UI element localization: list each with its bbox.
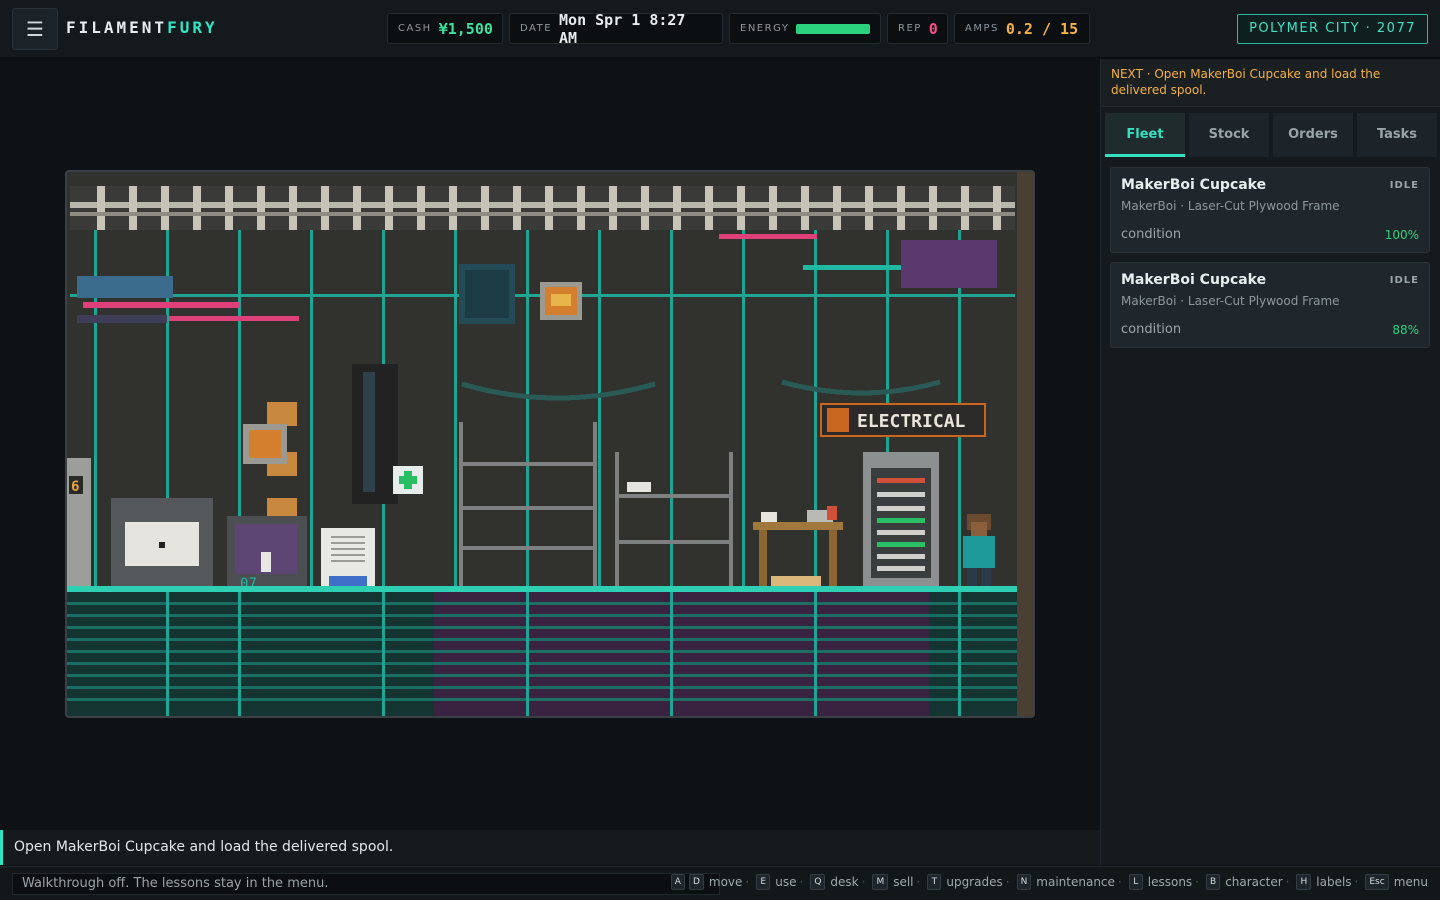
hotkey-label: sell xyxy=(893,875,914,889)
game-logo: FILAMENTFURY xyxy=(66,18,218,37)
energy-label: ENERGY xyxy=(740,23,790,34)
hotkey-label: character xyxy=(1225,875,1283,889)
hotkey-menu: Esc menu xyxy=(1363,874,1428,890)
rep-label: REP xyxy=(898,23,922,34)
hotkey-upgrades: Tupgrades xyxy=(925,874,1003,890)
condition-label: condition xyxy=(1121,227,1182,242)
separator: · xyxy=(1117,875,1122,889)
energy-stat: ENERGY xyxy=(729,13,881,44)
status-bar: Walkthrough off. The lessons stay in the… xyxy=(0,866,1440,900)
key-cap: A xyxy=(670,874,685,890)
logo-main-text: FILAMENT xyxy=(66,18,168,37)
separator: · xyxy=(799,875,804,889)
cash-value: ¥1,500 xyxy=(438,19,493,38)
key-cap: N xyxy=(1016,874,1032,890)
workshop-scene: 6 07 ELECTRICAL xyxy=(67,172,1033,716)
hamburger-menu-button[interactable]: ☰ xyxy=(12,8,58,50)
separator: · xyxy=(1285,875,1290,889)
hotkey-legend: A Dmove · Euse · Qdesk · Msell · Tupgrades · Nmaint… xyxy=(667,874,1428,890)
tab-fleet[interactable]: Fleet xyxy=(1105,113,1185,157)
key-cap: L xyxy=(1128,874,1143,890)
logo-accent-text: FURY xyxy=(167,18,218,37)
walkthrough-status: Walkthrough off. The lessons stay in the… xyxy=(12,873,720,895)
amps-stat: AMPS 0.2 / 15 xyxy=(954,13,1090,44)
hotkey-label: lessons xyxy=(1147,875,1193,889)
printer-subtitle: MakerBoi · Laser-Cut Plywood Frame xyxy=(1121,294,1340,308)
locker-number: 6 xyxy=(71,479,79,495)
key-cap: Q xyxy=(810,874,826,890)
key-cap: H xyxy=(1296,874,1312,890)
separator: · xyxy=(916,875,921,889)
printer-card[interactable]: MakerBoi Cupcake IDLE MakerBoi · Laser-C… xyxy=(1110,262,1430,348)
tab-stock[interactable]: Stock xyxy=(1189,113,1269,157)
separator: · xyxy=(1354,875,1359,889)
game-area: 6 07 ELECTRICAL xyxy=(0,59,1100,830)
printer-status: IDLE xyxy=(1389,180,1419,191)
next-hint: NEXT · Open MakerBoi Cupcake and load th… xyxy=(1101,59,1440,107)
separator: · xyxy=(1005,875,1010,889)
top-bar: ☰ FILAMENTFURY CASH ¥1,500 DATE Mon Spr … xyxy=(0,0,1440,58)
condition-label: condition xyxy=(1121,322,1182,337)
key-cap: E xyxy=(756,874,771,890)
separator: · xyxy=(861,875,866,889)
date-value: Mon Spr 1 8:27 AM xyxy=(559,10,686,47)
sidebar-tabs: Fleet Stock Orders Tasks xyxy=(1105,113,1437,157)
rep-value: 0 xyxy=(928,19,938,38)
date-stat: DATE Mon Spr 1 8:27 AM xyxy=(509,10,723,47)
condition-value: 88% xyxy=(1392,323,1419,337)
date-label: DATE xyxy=(520,23,553,34)
printer-status: IDLE xyxy=(1389,275,1419,286)
rep-stat: REP 0 xyxy=(887,13,948,44)
key-cap: Esc xyxy=(1365,874,1389,890)
hotkey-desk: Qdesk xyxy=(808,874,859,890)
amps-label: AMPS xyxy=(965,23,999,34)
hotkey-label: upgrades xyxy=(946,875,1003,889)
cash-label: CASH xyxy=(398,23,432,34)
separator: · xyxy=(745,875,750,889)
hotkey-label: desk xyxy=(830,875,859,889)
printer-subtitle: MakerBoi · Laser-Cut Plywood Frame xyxy=(1121,199,1340,213)
separator: · xyxy=(1195,875,1199,889)
electrical-sign: ELECTRICAL xyxy=(857,411,966,432)
hotkey-label: move xyxy=(708,875,743,889)
hotkey-labels: Hlabels xyxy=(1294,874,1352,890)
menu-icon: ☰ xyxy=(26,17,44,41)
tab-tasks[interactable]: Tasks xyxy=(1357,113,1437,157)
sidebar: NEXT · Open MakerBoi Cupcake and load th… xyxy=(1100,59,1440,865)
hotkey-move: A Dmove xyxy=(669,874,743,890)
hotkey-use: Euse xyxy=(754,874,796,890)
energy-fill xyxy=(796,23,870,34)
hotkey-label: menu xyxy=(1393,875,1428,889)
printer-name: MakerBoi Cupcake xyxy=(1121,272,1267,288)
condition-value: 100% xyxy=(1384,228,1419,242)
hotkey-sell: Msell xyxy=(870,874,914,890)
energy-bar xyxy=(796,23,870,34)
game-viewport[interactable]: 6 07 ELECTRICAL xyxy=(65,170,1035,718)
hotkey-maintenance: Nmaintenance xyxy=(1015,874,1115,890)
tab-orders[interactable]: Orders xyxy=(1273,113,1353,157)
objective-banner: Open MakerBoi Cupcake and load the deliv… xyxy=(0,830,1100,865)
key-cap: D xyxy=(688,874,704,890)
key-cap: M xyxy=(872,874,889,890)
hotkey-label: maintenance xyxy=(1036,875,1115,889)
key-cap: T xyxy=(927,874,942,890)
hotkey-label: use xyxy=(775,875,797,889)
hotkey-label: labels xyxy=(1316,875,1352,889)
key-cap: B xyxy=(1206,874,1221,890)
cash-stat: CASH ¥1,500 xyxy=(387,13,503,44)
printer-name: MakerBoi Cupcake xyxy=(1121,177,1267,193)
city-badge: POLYMER CITY · 2077 xyxy=(1237,14,1428,44)
printer-card[interactable]: MakerBoi Cupcake IDLE MakerBoi · Laser-C… xyxy=(1110,167,1430,253)
amps-value: 0.2 / 15 xyxy=(1005,19,1079,38)
hotkey-character: Bcharacter xyxy=(1204,874,1283,890)
hotkey-lessons: Llessons xyxy=(1127,874,1192,890)
